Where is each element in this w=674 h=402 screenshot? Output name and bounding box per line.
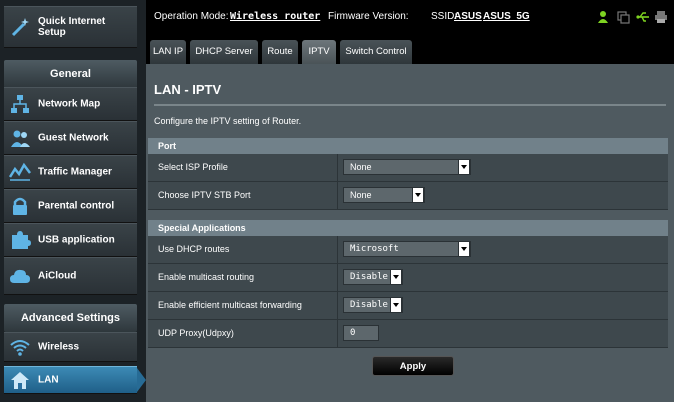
chevron-down-icon bbox=[412, 187, 424, 203]
copy-icon[interactable] bbox=[616, 10, 630, 24]
sidebar-item-traffic-manager[interactable]: Traffic Manager bbox=[4, 155, 137, 189]
firmware-version-label: Firmware Version: bbox=[328, 11, 409, 22]
group-header-port: Port bbox=[148, 138, 668, 154]
tab-route[interactable]: Route bbox=[262, 40, 298, 64]
isp-profile-select[interactable]: None bbox=[343, 159, 471, 175]
network-map-icon bbox=[11, 95, 29, 113]
section-header-general: General bbox=[4, 60, 137, 88]
sidebar-item-label: Quick Internet Setup bbox=[38, 16, 106, 38]
column-divider bbox=[337, 292, 338, 320]
setting-label: Use DHCP routes bbox=[158, 244, 230, 254]
sidebar-item-label: Network Map bbox=[38, 98, 101, 110]
sidebar-item-label: LAN bbox=[38, 374, 59, 386]
setting-label: UDP Proxy(Udpxy) bbox=[158, 328, 234, 338]
sidebar-item-label: AiCloud bbox=[38, 270, 77, 282]
sidebar-item-label: Parental control bbox=[38, 200, 115, 212]
setting-label: Select ISP Profile bbox=[158, 162, 228, 172]
udp-proxy-input[interactable]: 0 bbox=[343, 325, 379, 341]
operation-mode-link[interactable]: Wireless router bbox=[230, 11, 320, 22]
stb-port-select[interactable]: None bbox=[343, 187, 425, 203]
tab-bar: LAN IP DHCP Server Route IPTV Switch Con… bbox=[146, 34, 674, 64]
sidebar-item-label: Traffic Manager bbox=[38, 166, 112, 178]
wand-icon bbox=[11, 18, 29, 37]
column-divider bbox=[337, 236, 338, 264]
guest-network-icon bbox=[11, 130, 30, 147]
sidebar-item-network-map[interactable]: Network Map bbox=[4, 87, 137, 121]
usb-icon[interactable] bbox=[636, 10, 650, 24]
tab-switch-control[interactable]: Switch Control bbox=[340, 40, 412, 64]
select-value: None bbox=[350, 162, 372, 172]
select-value: Disable bbox=[350, 272, 388, 282]
setting-row-udp-proxy: UDP Proxy(Udpxy) 0 bbox=[148, 320, 668, 348]
sidebar-item-aicloud[interactable]: AiCloud bbox=[4, 257, 137, 295]
select-value: Microsoft bbox=[350, 244, 399, 254]
sidebar: Quick Internet Setup General Network Map… bbox=[0, 0, 146, 402]
operation-mode-label: Operation Mode: bbox=[154, 11, 229, 22]
tab-dhcp-server[interactable]: DHCP Server bbox=[190, 40, 258, 64]
sidebar-item-parental-control[interactable]: Parental control bbox=[4, 189, 137, 223]
sidebar-item-label: USB application bbox=[38, 234, 115, 246]
setting-label: Choose IPTV STB Port bbox=[158, 190, 251, 200]
sidebar-item-quick-internet-setup[interactable]: Quick Internet Setup bbox=[4, 6, 137, 48]
setting-label: Enable multicast routing bbox=[158, 272, 255, 282]
page-description: Configure the IPTV setting of Router. bbox=[154, 116, 302, 126]
setting-row-dhcp-routes: Use DHCP routes Microsoft bbox=[148, 236, 668, 264]
setting-label: Enable efficient multicast forwarding bbox=[158, 300, 302, 310]
ssid-link-5g[interactable]: ASUS_5G bbox=[483, 11, 530, 22]
setting-row-efficient-multicast: Enable efficient multicast forwarding Di… bbox=[148, 292, 668, 320]
title-divider bbox=[154, 104, 666, 106]
main-panel: LAN - IPTV Configure the IPTV setting of… bbox=[146, 64, 674, 402]
ssid-link-2g[interactable]: ASUS bbox=[454, 11, 482, 22]
multicast-routing-select[interactable]: Disable bbox=[343, 269, 403, 285]
group-header-special-applications: Special Applications bbox=[148, 220, 668, 236]
select-value: None bbox=[350, 190, 372, 200]
column-divider bbox=[337, 182, 338, 210]
sidebar-item-label: Guest Network bbox=[38, 132, 109, 144]
setting-row-stb-port: Choose IPTV STB Port None bbox=[148, 182, 668, 210]
column-divider bbox=[337, 154, 338, 182]
chevron-down-icon bbox=[458, 241, 470, 257]
efficient-multicast-select[interactable]: Disable bbox=[343, 297, 403, 313]
sidebar-item-label: Wireless bbox=[38, 341, 80, 353]
page-title: LAN - IPTV bbox=[154, 82, 222, 97]
user-icon[interactable] bbox=[597, 10, 611, 24]
chevron-down-icon bbox=[390, 269, 402, 285]
section-header-advanced-settings: Advanced Settings bbox=[4, 304, 137, 332]
apply-button[interactable]: Apply bbox=[372, 356, 454, 376]
chevron-down-icon bbox=[458, 159, 470, 175]
home-icon bbox=[11, 372, 29, 389]
top-status-bar: Operation Mode: Wireless router Firmware… bbox=[146, 0, 674, 34]
traffic-manager-icon bbox=[9, 162, 31, 181]
chevron-down-icon bbox=[390, 297, 402, 313]
select-value: Disable bbox=[350, 300, 388, 310]
setting-row-isp-profile: Select ISP Profile None bbox=[148, 154, 668, 182]
wifi-icon bbox=[10, 340, 30, 356]
column-divider bbox=[337, 264, 338, 292]
lock-icon bbox=[13, 197, 27, 215]
printer-icon[interactable] bbox=[654, 10, 668, 24]
setting-row-multicast-routing: Enable multicast routing Disable bbox=[148, 264, 668, 292]
sidebar-item-guest-network[interactable]: Guest Network bbox=[4, 121, 137, 155]
sidebar-item-wireless[interactable]: Wireless bbox=[4, 332, 137, 362]
sidebar-item-lan[interactable]: LAN bbox=[4, 366, 137, 394]
column-divider bbox=[337, 320, 338, 348]
active-indicator-arrow bbox=[137, 368, 146, 392]
tab-iptv[interactable]: IPTV bbox=[302, 40, 336, 64]
cloud-icon bbox=[10, 269, 30, 283]
dhcp-routes-select[interactable]: Microsoft bbox=[343, 241, 471, 257]
sidebar-item-usb-application[interactable]: USB application bbox=[4, 223, 137, 257]
puzzle-icon bbox=[12, 231, 31, 249]
tab-lan-ip[interactable]: LAN IP bbox=[150, 40, 186, 64]
